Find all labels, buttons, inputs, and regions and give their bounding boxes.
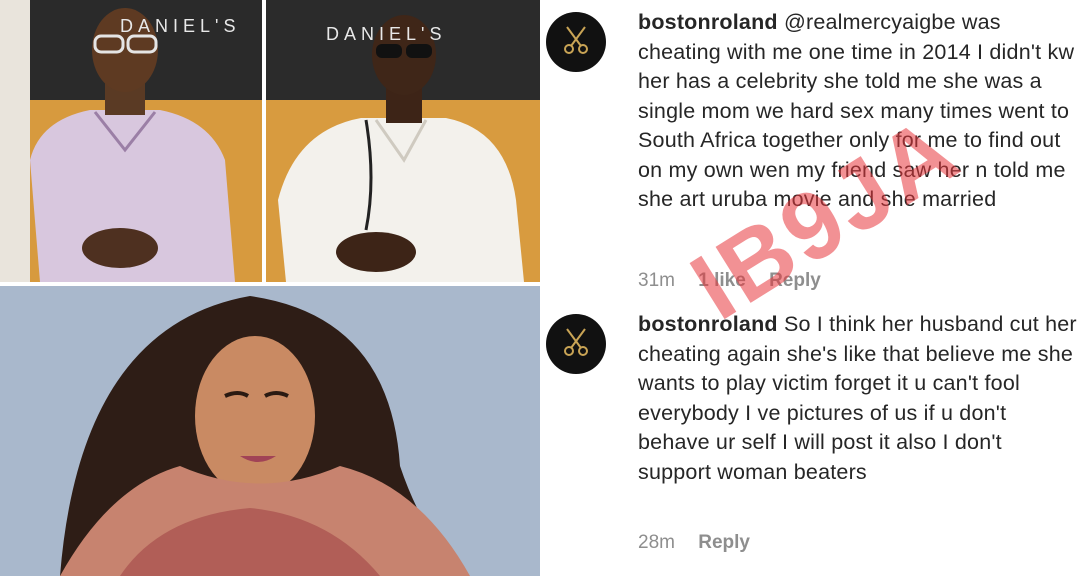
photo-sign-text: DANIEL'S: [120, 16, 241, 36]
scissors-icon: [559, 23, 593, 62]
photo-woman: [0, 286, 540, 576]
comment-body: bostonroland So I think her husband cut …: [638, 310, 1078, 487]
comment-username[interactable]: bostonroland: [638, 10, 778, 34]
avatar[interactable]: [546, 314, 606, 374]
comment-text: So I think her husband cut her cheating …: [638, 312, 1077, 484]
comment-username[interactable]: bostonroland: [638, 312, 778, 336]
comment-meta: 28m Reply: [638, 532, 768, 554]
comments-panel: bostonroland @realmercyaigbe was cheatin…: [540, 0, 1080, 576]
scissors-icon: [559, 325, 593, 364]
comment-time: 31m: [638, 270, 675, 291]
comment-meta: 31m 1 like Reply: [638, 270, 839, 292]
comment-time: 28m: [638, 532, 675, 553]
comment-body: bostonroland @realmercyaigbe was cheatin…: [638, 8, 1078, 215]
avatar[interactable]: [546, 12, 606, 72]
reply-button[interactable]: Reply: [698, 532, 750, 553]
comment-text: @realmercyaigbe was cheating with me one…: [638, 10, 1075, 211]
photo-collage: DANIEL'S DANIEL'S: [0, 0, 540, 576]
photo-man-glasses: DANIEL'S: [0, 0, 262, 282]
comment-likes[interactable]: 1 like: [698, 270, 746, 291]
reply-button[interactable]: Reply: [769, 270, 821, 291]
photo-man-sunglasses: DANIEL'S: [266, 0, 540, 282]
photo-sign-text: DANIEL'S: [326, 24, 447, 44]
